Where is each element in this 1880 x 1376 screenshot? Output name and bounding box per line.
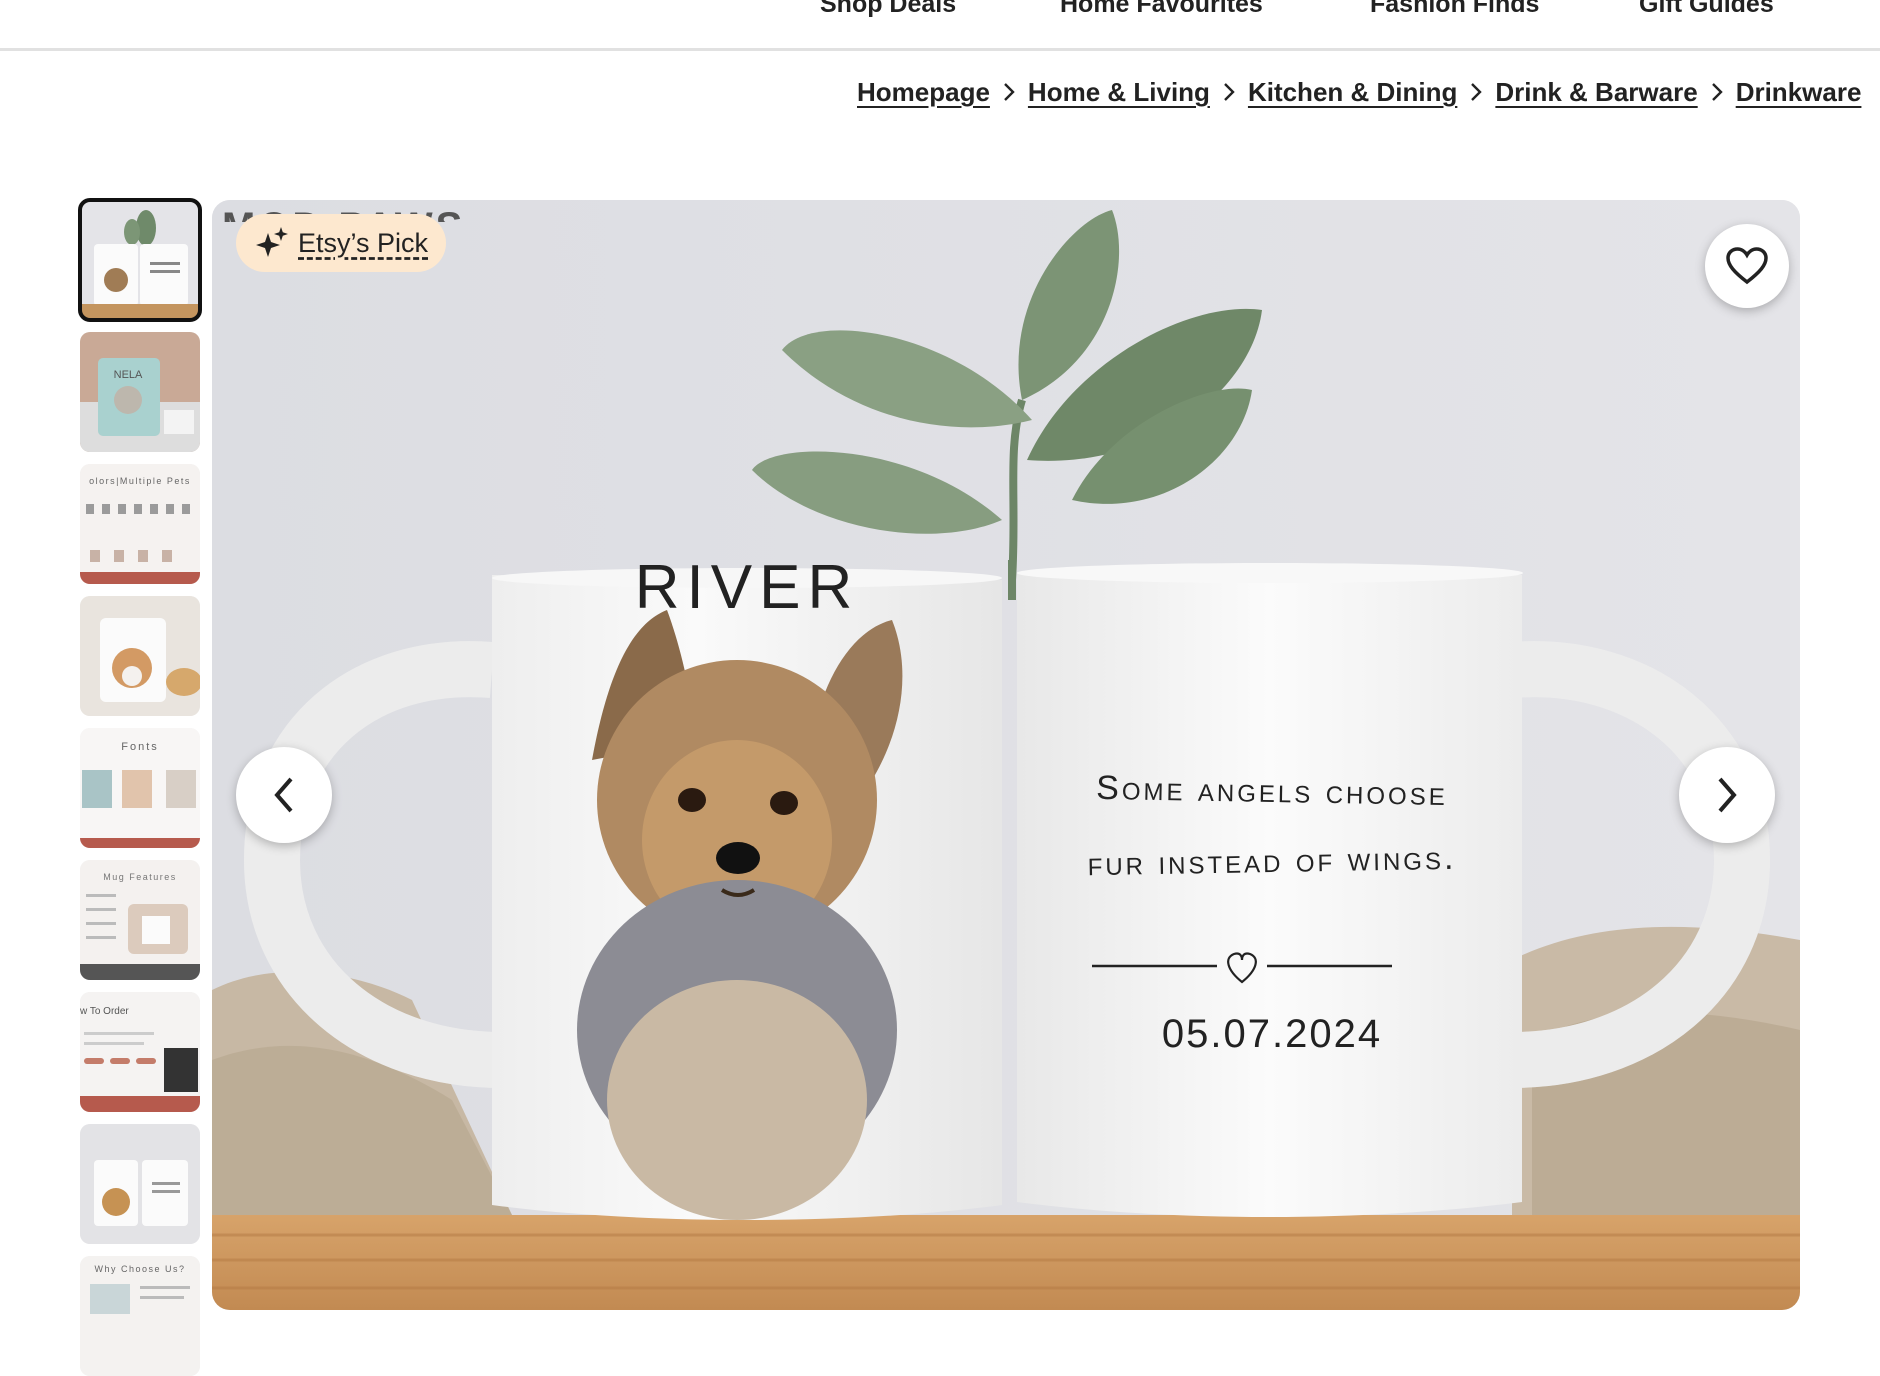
chevron-right-icon — [1712, 775, 1742, 815]
nav-shop-deals[interactable]: Shop Deals — [820, 0, 956, 19]
thumbnail-2-text: NELA — [114, 369, 143, 381]
thumbnail-6-text: Mug Features — [103, 872, 177, 882]
breadcrumb: Homepage Home & Living Kitchen & Dining … — [857, 72, 1861, 112]
mug-quote-line-1: Some angels choose — [1095, 768, 1449, 814]
thumbnail-9-text: Why Choose Us? — [94, 1264, 185, 1274]
thumbnail-6[interactable]: Mug Features — [80, 860, 200, 980]
thumbnail-3[interactable]: olors|Multiple Pets — [80, 464, 200, 584]
nav-gift-guides[interactable]: Gift Guides — [1639, 0, 1774, 19]
thumbnail-9[interactable]: Why Choose Us? — [80, 1256, 200, 1376]
thumbnail-1[interactable] — [78, 198, 202, 322]
chevron-right-small-icon — [1210, 81, 1248, 103]
thumbnail-3-text: olors|Multiple Pets — [89, 476, 191, 486]
mug-quote-line-2: fur instead of wings. — [1087, 838, 1457, 884]
thumbnail-5-text: Fonts — [121, 741, 159, 753]
breadcrumb-kitchen-dining[interactable]: Kitchen & Dining — [1248, 77, 1457, 108]
breadcrumb-homepage[interactable]: Homepage — [857, 77, 990, 108]
top-navigation: Shop Deals Home Favourites Fashion Finds… — [0, 0, 1880, 51]
thumbnail-4[interactable] — [80, 596, 200, 716]
nav-home-favourites[interactable]: Home Favourites — [1060, 0, 1263, 19]
next-image-button[interactable] — [1679, 747, 1775, 843]
main-product-image[interactable]: RIVER Some angels choose fur instead of … — [212, 200, 1800, 1310]
previous-image-button[interactable] — [236, 747, 332, 843]
nav-fashion-finds[interactable]: Fashion Finds — [1370, 0, 1539, 19]
breadcrumb-drink-barware[interactable]: Drink & Barware — [1495, 77, 1697, 108]
chevron-left-icon — [269, 775, 299, 815]
chevron-right-small-icon — [1698, 81, 1736, 103]
thumbnail-7-text: w To Order — [80, 1006, 129, 1017]
mug-name-text: RIVER — [634, 553, 860, 622]
thumbnail-5[interactable]: Fonts — [80, 728, 200, 848]
thumbnail-7[interactable]: w To Order — [80, 992, 200, 1112]
favorite-button[interactable] — [1705, 224, 1789, 308]
breadcrumb-drinkware[interactable]: Drinkware — [1736, 77, 1862, 108]
breadcrumb-home-living[interactable]: Home & Living — [1028, 77, 1210, 108]
etsys-pick-label: Etsy’s Pick — [298, 227, 429, 258]
heart-outline-icon — [1726, 247, 1768, 285]
mug-date-text: 05.07.2024 — [1161, 1012, 1383, 1056]
thumbnail-8[interactable] — [80, 1124, 200, 1244]
chevron-right-small-icon — [1457, 81, 1495, 103]
thumbnail-2[interactable]: NELA — [80, 332, 200, 452]
etsys-pick-badge[interactable]: Etsy’s Pick — [236, 214, 447, 272]
chevron-right-small-icon — [990, 81, 1028, 103]
sparkle-icon — [256, 227, 288, 259]
